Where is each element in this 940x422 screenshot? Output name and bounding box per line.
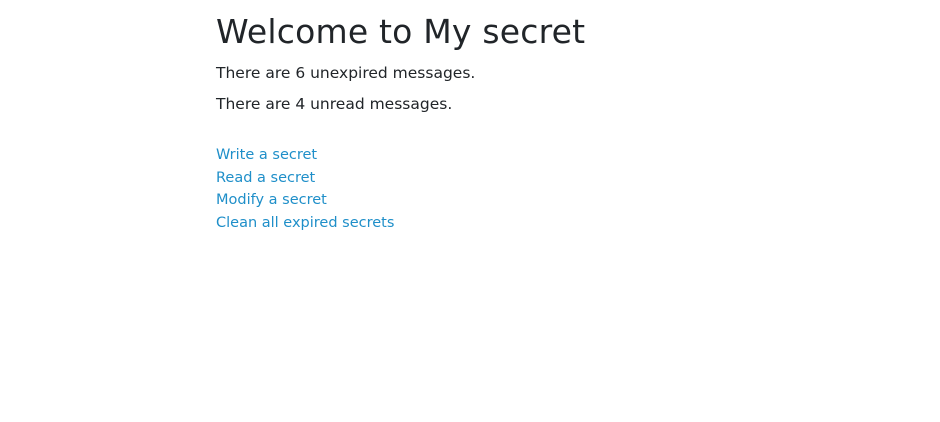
read-secret-link[interactable]: Read a secret (216, 170, 315, 186)
list-item: Clean all expired secrets (216, 211, 394, 234)
clean-expired-secrets-link[interactable]: Clean all expired secrets (216, 215, 394, 231)
list-item: Read a secret (216, 166, 394, 189)
list-item: Modify a secret (216, 188, 394, 211)
list-item: Write a secret (216, 143, 394, 166)
action-links-list: Write a secret Read a secret Modify a se… (216, 143, 394, 233)
page-title: Welcome to My secret (216, 12, 586, 51)
modify-secret-link[interactable]: Modify a secret (216, 192, 327, 208)
unexpired-messages-count: There are 6 unexpired messages. (216, 64, 476, 82)
write-secret-link[interactable]: Write a secret (216, 147, 317, 163)
unread-messages-count: There are 4 unread messages. (216, 95, 453, 113)
